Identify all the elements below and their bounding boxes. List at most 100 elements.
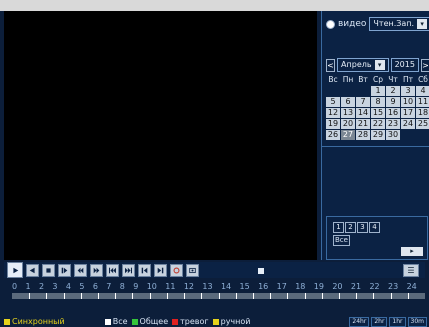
record-type-filters: Все Общее тревог ручной [104, 317, 251, 326]
calendar-day[interactable]: 9 [386, 97, 400, 107]
channel-checkbox[interactable]: 3 [357, 222, 368, 233]
backup-button[interactable] [170, 264, 183, 277]
weekday-label: Чт [388, 75, 398, 84]
calendar-day[interactable]: 13 [341, 108, 355, 118]
filter-item[interactable]: ручной [212, 317, 251, 326]
month-dropdown[interactable]: Апрель ▾ [337, 58, 389, 72]
forward-button[interactable] [122, 264, 135, 277]
hour-label: 13 [202, 282, 213, 291]
calendar-day[interactable]: 17 [401, 108, 415, 118]
snapshot-button[interactable] [186, 264, 199, 277]
calendar-day[interactable]: 22 [371, 119, 385, 129]
calendar-day[interactable]: 20 [341, 119, 355, 129]
channel-checkbox[interactable]: 2 [345, 222, 356, 233]
calendar-day[interactable]: 27 [341, 130, 355, 140]
stop-button[interactable] [42, 264, 55, 277]
filter-checkbox[interactable] [104, 318, 111, 325]
hour-label: 9 [133, 282, 139, 291]
hour-label: 1 [25, 282, 31, 291]
slow-button[interactable] [74, 264, 87, 277]
filter-checkbox[interactable] [131, 318, 138, 325]
calendar-day[interactable]: 29 [371, 130, 385, 140]
calendar-day[interactable]: 15 [371, 108, 385, 118]
fast-forward-button[interactable] [90, 264, 103, 277]
filter-item[interactable]: тревог [172, 317, 209, 326]
hour-tick [338, 293, 340, 299]
zoom-button[interactable]: 30m [407, 316, 427, 327]
channel-checkbox[interactable]: 4 [369, 222, 380, 233]
calendar-day[interactable]: 19 [326, 119, 340, 129]
calendar-day[interactable]: 6 [341, 97, 355, 107]
calendar-day[interactable]: 23 [386, 119, 400, 129]
calendar-day[interactable]: 8 [371, 97, 385, 107]
step-forward-button[interactable] [58, 264, 71, 277]
calendar-day[interactable]: 28 [356, 130, 370, 140]
calendar-header: < Апрель ▾ 2015 > [326, 58, 429, 72]
rewind-icon [109, 267, 116, 274]
filter-checkbox[interactable] [172, 318, 179, 325]
calendar-day[interactable]: 11 [416, 97, 429, 107]
hour-tick [166, 293, 168, 299]
filter-item[interactable]: Общее [131, 317, 168, 326]
calendar-day[interactable]: 24 [401, 119, 415, 129]
chevron-down-icon: ▾ [374, 60, 385, 70]
progress-slider[interactable] [258, 268, 264, 274]
calendar-day[interactable]: 18 [416, 108, 429, 118]
next-month-button[interactable]: > [420, 58, 429, 72]
hour-tick [46, 293, 48, 299]
year-field[interactable]: 2015 [390, 58, 419, 72]
video-radio[interactable] [326, 19, 335, 29]
hour-label: 15 [239, 282, 250, 291]
calendar-day[interactable]: 1 [371, 86, 385, 96]
snapshot-icon [189, 267, 196, 274]
calendar-day[interactable]: 25 [416, 119, 429, 129]
calendar-day[interactable]: 16 [386, 108, 400, 118]
calendar-day[interactable]: 10 [401, 97, 415, 107]
hour-tick [80, 293, 82, 299]
filter-checkbox[interactable] [212, 318, 219, 325]
file-list-button[interactable]: ☰ [403, 264, 419, 277]
calendar-day[interactable]: 5 [326, 97, 340, 107]
calendar-day[interactable]: 4 [416, 86, 429, 96]
hour-label: 8 [119, 282, 125, 291]
filter-item[interactable]: Все [104, 317, 128, 326]
channel-selector: 1234 Все ▸ [326, 216, 428, 260]
sync-checkbox[interactable] [4, 318, 10, 325]
hour-tick [149, 293, 151, 299]
reverse-play-button[interactable] [26, 264, 39, 277]
timeline-track[interactable] [12, 293, 425, 299]
prev-month-button[interactable]: < [326, 58, 336, 72]
search-button[interactable]: ▸ [401, 247, 423, 256]
filter-label: Все [112, 317, 128, 326]
weekday-label: Вт [358, 75, 368, 84]
rewind-button[interactable] [106, 264, 119, 277]
play-button[interactable] [7, 262, 23, 278]
zoom-button[interactable]: 24hr [349, 316, 370, 327]
calendar-day[interactable]: 3 [401, 86, 415, 96]
calendar-day[interactable]: 2 [386, 86, 400, 96]
calendar-day[interactable]: 14 [356, 108, 370, 118]
weekday-label: Пн [342, 75, 354, 84]
calendar-day[interactable]: 21 [356, 119, 370, 129]
next-icon [157, 267, 164, 274]
channel-checkbox[interactable]: 1 [333, 222, 344, 233]
video-playback-area[interactable] [4, 11, 317, 260]
hour-tick [115, 293, 117, 299]
hour-tick [218, 293, 220, 299]
calendar-day[interactable]: 7 [356, 97, 370, 107]
calendar-day[interactable]: 26 [326, 130, 340, 140]
next-file-button[interactable] [154, 264, 167, 277]
playback-controls: ☰ [4, 262, 425, 278]
calendar-day[interactable]: 30 [386, 130, 400, 140]
zoom-button[interactable]: 2hr [371, 316, 388, 327]
weekday-label: Ср [373, 75, 383, 84]
hour-tick [270, 293, 272, 299]
zoom-button[interactable]: 1hr [389, 316, 406, 327]
previous-file-button[interactable] [138, 264, 151, 277]
all-channels-checkbox[interactable]: Все [333, 235, 350, 246]
hour-label: 21 [350, 282, 362, 291]
hour-label: 19 [313, 282, 324, 291]
calendar-day[interactable]: 12 [326, 108, 340, 118]
filter-label: ручной [220, 317, 251, 326]
record-type-dropdown[interactable]: Чтен.Зап. ▾ [369, 17, 429, 31]
